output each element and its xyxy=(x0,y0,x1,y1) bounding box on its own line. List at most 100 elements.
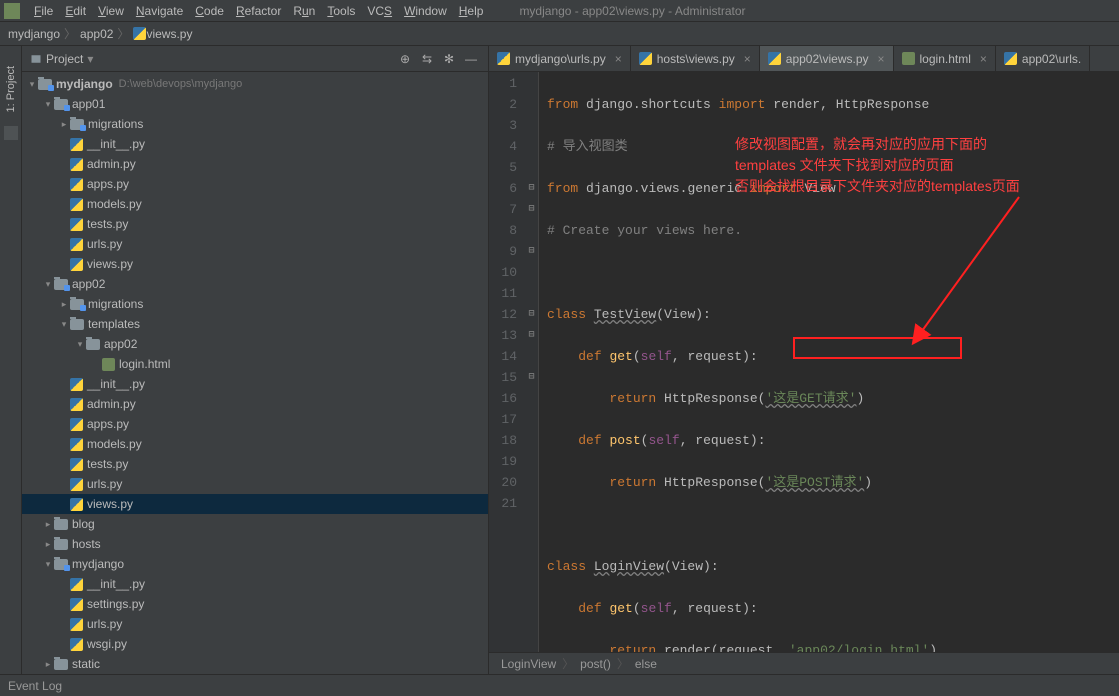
menu-tools[interactable]: Tools xyxy=(321,4,361,18)
tree-item[interactable]: urls.py xyxy=(22,474,488,494)
close-icon[interactable]: × xyxy=(980,52,987,66)
crumb-file[interactable]: views.py xyxy=(133,27,192,41)
event-log-button[interactable]: Event Log xyxy=(8,679,62,693)
hide-panel-icon[interactable]: — xyxy=(462,50,480,68)
crumb-root[interactable]: mydjango xyxy=(8,27,60,41)
folder-icon xyxy=(70,319,84,330)
tab-label: login.html xyxy=(920,52,971,66)
menu-vcs[interactable]: VCS xyxy=(361,4,398,18)
settings-icon[interactable]: ✻ xyxy=(440,50,458,68)
tree-root[interactable]: ▾ mydjango D:\web\devops\mydjango xyxy=(22,74,488,94)
tree-item[interactable]: ▸ migrations xyxy=(22,114,488,134)
tree-label: migrations xyxy=(88,117,143,131)
tree-item[interactable]: __init__.py xyxy=(22,574,488,594)
structure-tool-icon[interactable] xyxy=(4,126,18,140)
menu-help[interactable]: Help xyxy=(453,4,490,18)
breadcrumbs: mydjango 〉 app02 〉 views.py xyxy=(0,22,1119,46)
tree-item[interactable]: admin.py xyxy=(22,154,488,174)
tree-label: urls.py xyxy=(87,477,122,491)
editor-body[interactable]: 123456789101112131415161718192021 ⊟⊟⊟ ⊟⊟… xyxy=(489,72,1119,652)
scroll-from-source-icon[interactable]: ⊕ xyxy=(396,50,414,68)
tree-item[interactable]: ▸static xyxy=(22,654,488,674)
expand-icon[interactable]: ▾ xyxy=(74,339,86,350)
tab[interactable]: app02\urls. xyxy=(996,46,1090,71)
tree-item[interactable]: ▸ hosts xyxy=(22,534,488,554)
status-branch[interactable]: else xyxy=(635,657,657,671)
tree-item-selected[interactable]: views.py xyxy=(22,494,488,514)
status-fn[interactable]: post() xyxy=(580,657,611,671)
tree-item[interactable]: login.html xyxy=(22,354,488,374)
menu-view[interactable]: View xyxy=(92,4,130,18)
menu-window[interactable]: Window xyxy=(398,4,453,18)
expand-icon[interactable]: ▸ xyxy=(42,539,54,550)
dropdown-icon[interactable]: ▾ xyxy=(87,52,93,66)
tab-label: hosts\views.py xyxy=(657,52,735,66)
left-gutter: 1: Project xyxy=(0,46,22,674)
tab-label: app02\urls. xyxy=(1022,52,1081,66)
close-icon[interactable]: × xyxy=(744,52,751,66)
crumb-folder-label: app02 xyxy=(80,27,113,41)
collapse-all-icon[interactable]: ⇆ xyxy=(418,50,436,68)
menu-run[interactable]: Run xyxy=(287,4,321,18)
expand-icon[interactable]: ▾ xyxy=(42,279,54,290)
html-file-icon xyxy=(902,52,915,65)
window-title: mydjango - app02\views.py - Administrato… xyxy=(519,4,745,18)
project-tool-tab[interactable]: 1: Project xyxy=(5,66,17,112)
tree-item[interactable]: tests.py xyxy=(22,214,488,234)
expand-icon[interactable]: ▸ xyxy=(42,519,54,530)
menu-file[interactable]: File xyxy=(28,4,59,18)
tree-item[interactable]: models.py xyxy=(22,194,488,214)
package-folder-icon xyxy=(54,559,68,570)
tree-item[interactable]: urls.py xyxy=(22,234,488,254)
expand-icon[interactable]: ▸ xyxy=(58,119,70,130)
tab[interactable]: login.html × xyxy=(894,46,996,71)
tree-item[interactable]: views.py xyxy=(22,254,488,274)
tree-item[interactable]: settings.py xyxy=(22,594,488,614)
tree-item[interactable]: wsgi.py xyxy=(22,634,488,654)
tree-item[interactable]: apps.py xyxy=(22,414,488,434)
expand-icon[interactable]: ▾ xyxy=(42,99,54,110)
tree-app02[interactable]: ▾app02 xyxy=(22,274,488,294)
tree-item[interactable]: apps.py xyxy=(22,174,488,194)
python-file-icon xyxy=(497,52,510,65)
menu-navigate[interactable]: Navigate xyxy=(130,4,189,18)
status-class[interactable]: LoginView xyxy=(501,657,556,671)
expand-icon[interactable]: ▸ xyxy=(42,659,54,670)
menu-refactor[interactable]: Refactor xyxy=(230,4,287,18)
fold-gutter[interactable]: ⊟⊟⊟ ⊟⊟⊟ xyxy=(525,72,539,652)
tab[interactable]: hosts\views.py × xyxy=(631,46,760,71)
expand-icon[interactable]: ▾ xyxy=(26,79,38,90)
python-file-icon xyxy=(70,418,83,431)
tree-item[interactable]: tests.py xyxy=(22,454,488,474)
tree-item[interactable]: __init__.py xyxy=(22,374,488,394)
tree-item[interactable]: ▾templates xyxy=(22,314,488,334)
package-folder-icon xyxy=(70,299,84,310)
statusbar: Event Log xyxy=(0,674,1119,696)
expand-icon[interactable]: ▾ xyxy=(42,559,54,570)
expand-icon[interactable]: ▸ xyxy=(58,299,70,310)
tree-item[interactable]: admin.py xyxy=(22,394,488,414)
tree-label: views.py xyxy=(87,257,133,271)
close-icon[interactable]: × xyxy=(878,52,885,66)
tree-item[interactable]: ▸migrations xyxy=(22,294,488,314)
tree-item[interactable]: models.py xyxy=(22,434,488,454)
crumb-file-label: views.py xyxy=(146,27,192,41)
crumb-folder[interactable]: app02 xyxy=(80,27,113,41)
tree-label: hosts xyxy=(72,537,101,551)
code-area[interactable]: from django.shortcuts import render, Htt… xyxy=(539,72,1119,652)
project-tree[interactable]: ▾ mydjango D:\web\devops\mydjango ▾app01… xyxy=(22,72,488,674)
tab[interactable]: mydjango\urls.py× xyxy=(489,46,631,71)
tree-label: tests.py xyxy=(87,457,128,471)
tab-active[interactable]: app02\views.py× xyxy=(760,46,894,71)
tree-item[interactable]: urls.py xyxy=(22,614,488,634)
close-icon[interactable]: × xyxy=(615,52,622,66)
menu-edit[interactable]: Edit xyxy=(59,4,92,18)
expand-icon[interactable]: ▾ xyxy=(58,319,70,330)
tree-item[interactable]: ▾app02 xyxy=(22,334,488,354)
tree-item[interactable]: ▸blog xyxy=(22,514,488,534)
package-folder-icon xyxy=(54,99,68,110)
tree-app01[interactable]: ▾app01 xyxy=(22,94,488,114)
tree-item[interactable]: ▾mydjango xyxy=(22,554,488,574)
menu-code[interactable]: Code xyxy=(189,4,230,18)
tree-item[interactable]: __init__.py xyxy=(22,134,488,154)
